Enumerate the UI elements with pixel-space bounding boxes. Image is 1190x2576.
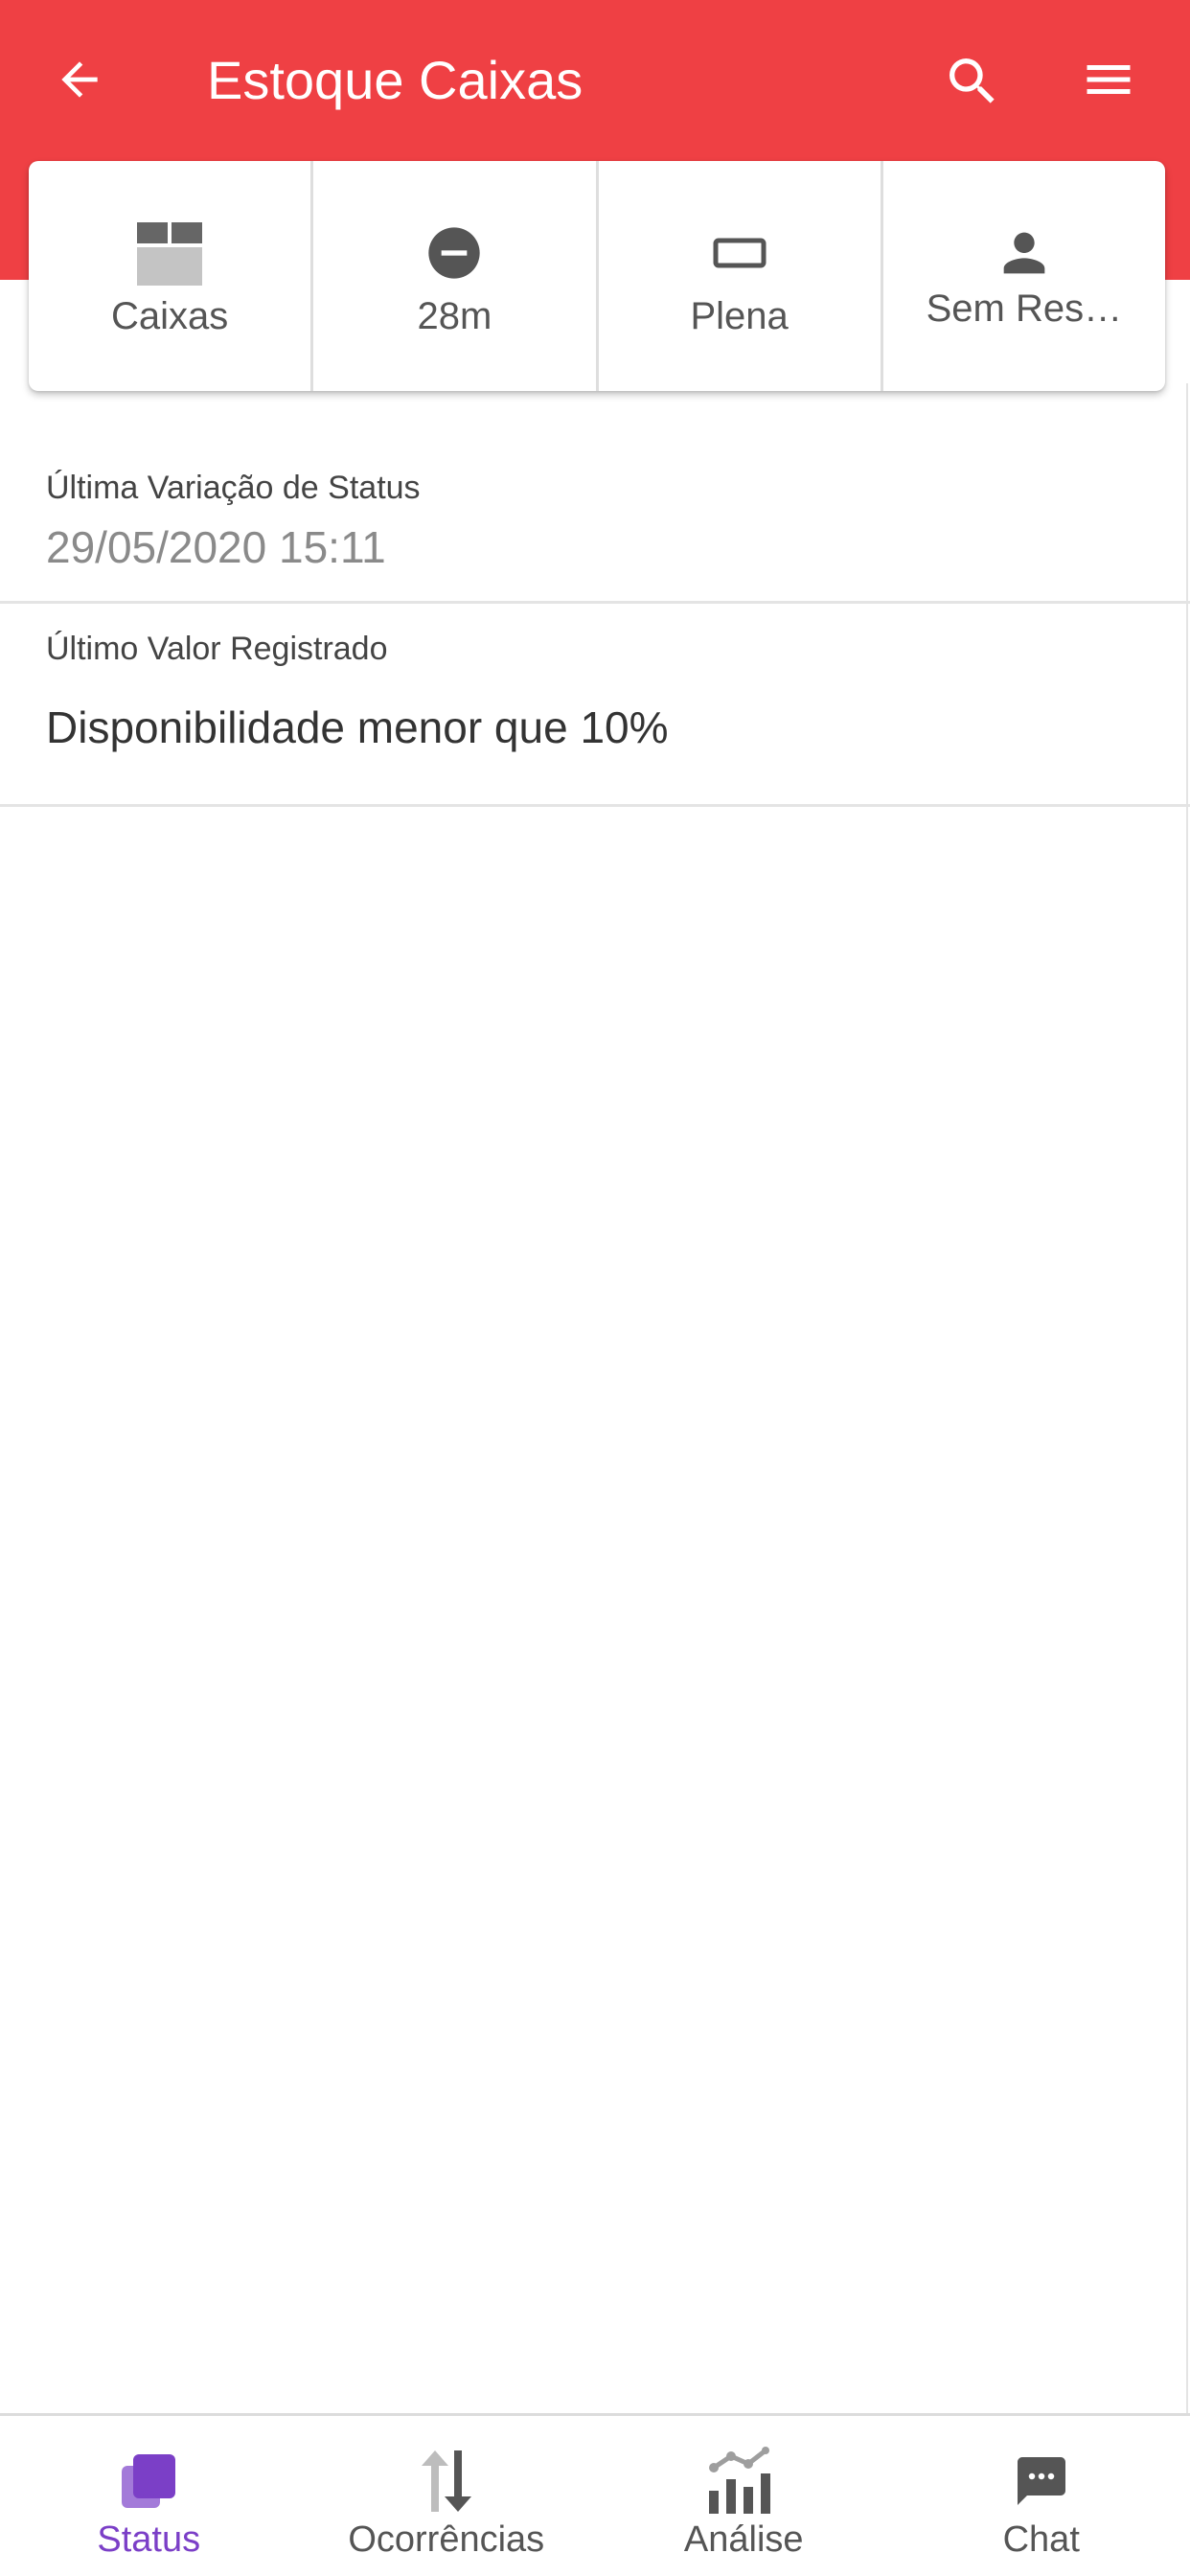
summary-item-label: Caixas <box>110 295 229 337</box>
content-divider <box>1186 383 1188 2415</box>
status-layers-icon <box>0 2443 298 2519</box>
page-title: Estoque Caixas <box>207 50 584 110</box>
swap-vertical-icon <box>298 2443 596 2519</box>
summary-item-category[interactable]: Caixas <box>29 161 314 391</box>
nav-item-label: Ocorrências <box>348 2519 545 2560</box>
bottom-navigation: Status Ocorrências Análise Chat <box>0 2413 1190 2576</box>
summary-item-level[interactable]: Plena <box>599 161 883 391</box>
nav-item-chat[interactable]: Chat <box>893 2416 1190 2576</box>
summary-item-label: Plena <box>690 295 789 337</box>
last-status-change-value: 29/05/2020 15:11 <box>46 522 386 572</box>
hamburger-menu-icon[interactable] <box>1077 48 1140 111</box>
summary-item-label: Sem Res… <box>926 288 1123 330</box>
bar-chart-icon <box>595 2443 893 2519</box>
box-icon <box>29 215 310 291</box>
last-status-change-row: Última Variação de Status 29/05/2020 15:… <box>0 439 1190 604</box>
nav-item-status[interactable]: Status <box>0 2416 298 2576</box>
summary-card: Caixas 28m Plena Sem Res… <box>29 161 1165 391</box>
summary-item-label: 28m <box>417 295 492 337</box>
search-icon[interactable] <box>939 48 1006 115</box>
person-icon <box>883 215 1165 291</box>
nav-item-label: Chat <box>1002 2519 1080 2560</box>
chat-bubble-icon <box>893 2443 1190 2519</box>
last-value-value: Disponibilidade menor que 10% <box>46 702 669 752</box>
summary-item-time[interactable]: 28m <box>313 161 599 391</box>
summary-item-responsible[interactable]: Sem Res… <box>883 161 1165 391</box>
nav-item-label: Status <box>97 2519 201 2560</box>
nav-item-ocorrencias[interactable]: Ocorrências <box>298 2416 596 2576</box>
last-value-caption: Último Valor Registrado <box>46 631 388 667</box>
last-status-change-caption: Última Variação de Status <box>46 470 421 506</box>
minus-circle-icon <box>313 215 595 291</box>
last-value-row: Último Valor Registrado Disponibilidade … <box>0 604 1190 807</box>
nav-item-label: Análise <box>683 2519 804 2560</box>
rectangle-outline-icon <box>599 215 881 291</box>
nav-item-analise[interactable]: Análise <box>595 2416 893 2576</box>
arrow-back-icon[interactable] <box>48 48 111 111</box>
